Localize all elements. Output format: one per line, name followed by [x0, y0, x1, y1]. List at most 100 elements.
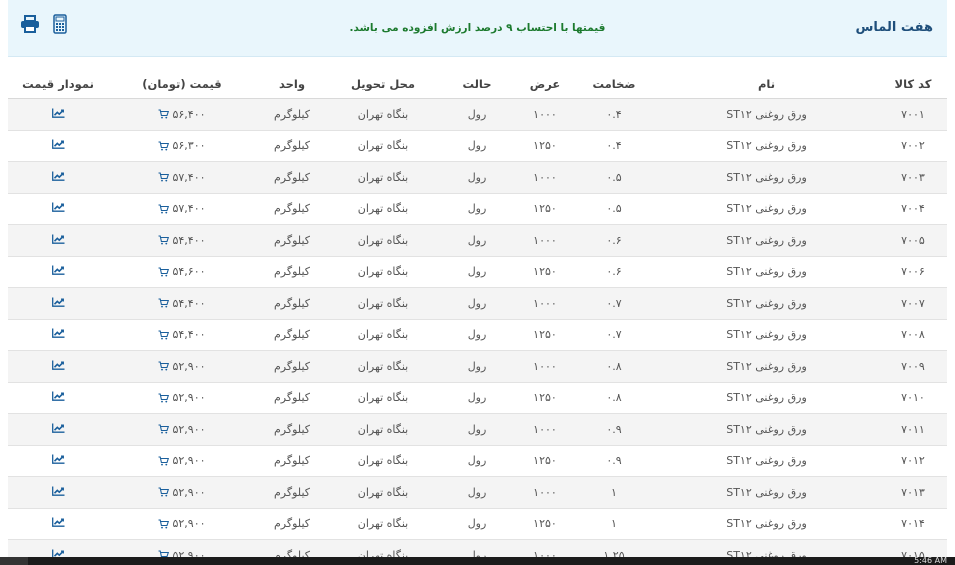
- taskbar-button[interactable]: [0, 557, 28, 565]
- trend-chart-icon[interactable]: [51, 328, 65, 339]
- price-value[interactable]: ۵۲,۹۰۰: [158, 359, 206, 373]
- product-code-cell: ۷۰۱۰: [879, 382, 947, 414]
- price-cell: ۵۴,۴۰۰: [108, 319, 256, 351]
- cart-icon[interactable]: [158, 361, 170, 371]
- cart-icon[interactable]: [158, 141, 170, 151]
- trend-chart-icon[interactable]: [51, 265, 65, 276]
- chart-cell: [8, 382, 108, 414]
- thickness-cell: ۰.۹: [574, 413, 654, 446]
- table-row: ۷۰۰۴ ورق روغنی ST۱۲ ۰.۵ ۱۲۵۰ رول بنگاه تهران ک…: [8, 193, 947, 225]
- table-body: ۷۰۰۱ ورق روغنی ST۱۲ ۰.۴ ۱۰۰۰ رول بنگاه تهران ک…: [8, 98, 947, 565]
- trend-chart-icon[interactable]: [51, 139, 65, 150]
- chart-cell: [8, 193, 108, 225]
- price-text: ۵۶,۴۰۰: [172, 107, 206, 121]
- product-code-cell: ۷۰۱۳: [879, 476, 947, 509]
- width-cell: ۱۲۵۰: [516, 130, 574, 162]
- price-value[interactable]: ۵۷,۴۰۰: [158, 171, 206, 184]
- trend-chart-icon[interactable]: [51, 517, 65, 528]
- cart-icon[interactable]: [158, 330, 170, 340]
- price-value[interactable]: ۵۶,۳۰۰: [158, 139, 206, 152]
- product-name-cell: ورق روغنی ST۱۲: [654, 161, 879, 194]
- chart-cell: [8, 350, 108, 383]
- trend-chart-icon[interactable]: [51, 234, 65, 244]
- width-cell: ۱۲۵۰: [516, 193, 574, 225]
- cart-icon[interactable]: [158, 172, 170, 182]
- delivery-cell: بنگاه تهران: [328, 256, 438, 288]
- thickness-cell: ۰.۵: [574, 193, 654, 225]
- unit-cell: کیلوگرم: [256, 256, 328, 288]
- cart-icon[interactable]: [158, 393, 170, 403]
- cart-icon[interactable]: [158, 298, 170, 308]
- table-row: ۷۰۱۰ ورق روغنی ST۱۲ ۰.۸ ۱۲۵۰ رول بنگاه تهران ک…: [8, 382, 947, 414]
- price-value[interactable]: ۵۴,۴۰۰: [158, 328, 206, 341]
- price-value[interactable]: ۵۴,۴۰۰: [158, 296, 206, 310]
- panel-header: قیمتها با احتساب ۹ درصد ارزش افزوده می ب…: [8, 0, 947, 57]
- delivery-cell: بنگاه تهران: [328, 98, 438, 131]
- delivery-cell: بنگاه تهران: [328, 224, 438, 257]
- price-value[interactable]: ۵۴,۴۰۰: [158, 234, 206, 247]
- price-value[interactable]: ۵۶,۴۰۰: [158, 107, 206, 121]
- cart-icon[interactable]: [158, 204, 170, 214]
- price-table: کد کالا نام ضخامت عرض حالت محل تحویل واحد قیمت …: [8, 70, 947, 565]
- price-text: ۵۴,۴۰۰: [172, 296, 206, 310]
- price-list-panel: قیمتها با احتساب ۹ درصد ارزش افزوده می ب…: [0, 0, 955, 565]
- chart-cell: [8, 287, 108, 320]
- table-row: ۷۰۱۲ ورق روغنی ST۱۲ ۰.۹ ۱۲۵۰ رول بنگاه تهران ک…: [8, 445, 947, 477]
- price-value[interactable]: ۵۷,۴۰۰: [158, 202, 206, 215]
- price-cell: ۵۲,۹۰۰: [108, 445, 256, 477]
- table-row: ۷۰۰۹ ورق روغنی ST۱۲ ۰.۸ ۱۰۰۰ رول بنگاه تهران ک…: [8, 350, 947, 383]
- delivery-cell: بنگاه تهران: [328, 130, 438, 162]
- delivery-cell: بنگاه تهران: [328, 382, 438, 414]
- price-text: ۵۲,۹۰۰: [172, 359, 206, 373]
- price-value[interactable]: ۵۲,۹۰۰: [158, 517, 206, 530]
- price-value[interactable]: ۵۲,۹۰۰: [158, 454, 206, 467]
- state-cell: رول: [438, 350, 516, 383]
- price-cell: ۵۶,۴۰۰: [108, 98, 256, 131]
- price-cell: ۵۴,۶۰۰: [108, 256, 256, 288]
- chart-cell: [8, 508, 108, 540]
- trend-chart-icon[interactable]: [51, 171, 65, 181]
- cart-icon[interactable]: [158, 456, 170, 466]
- price-value[interactable]: ۵۲,۹۰۰: [158, 485, 206, 499]
- trend-chart-icon[interactable]: [51, 297, 65, 307]
- state-cell: رول: [438, 161, 516, 194]
- chart-cell: [8, 445, 108, 477]
- cart-icon[interactable]: [158, 519, 170, 529]
- trend-chart-icon[interactable]: [51, 454, 65, 465]
- product-code-cell: ۷۰۱۱: [879, 413, 947, 446]
- width-cell: ۱۰۰۰: [516, 98, 574, 131]
- width-cell: ۱۰۰۰: [516, 476, 574, 509]
- price-text: ۵۲,۹۰۰: [172, 485, 206, 499]
- cart-icon[interactable]: [158, 235, 170, 245]
- trend-chart-icon[interactable]: [51, 360, 65, 370]
- col-unit-header: واحد: [256, 70, 328, 99]
- trend-chart-icon[interactable]: [51, 486, 65, 496]
- product-name-cell: ورق روغنی ST۱۲: [654, 476, 879, 509]
- product-code-cell: ۷۰۰۸: [879, 319, 947, 351]
- table-row: ۷۰۰۶ ورق روغنی ST۱۲ ۰.۶ ۱۲۵۰ رول بنگاه تهران ک…: [8, 256, 947, 288]
- chart-cell: [8, 130, 108, 162]
- price-value[interactable]: ۵۲,۹۰۰: [158, 391, 206, 404]
- price-cell: ۵۷,۴۰۰: [108, 193, 256, 225]
- price-value[interactable]: ۵۴,۶۰۰: [158, 265, 206, 278]
- trend-chart-icon[interactable]: [51, 423, 65, 433]
- trend-chart-icon[interactable]: [51, 391, 65, 402]
- product-code-cell: ۷۰۰۶: [879, 256, 947, 288]
- cart-icon[interactable]: [158, 424, 170, 434]
- table-row: ۷۰۰۸ ورق روغنی ST۱۲ ۰.۷ ۱۲۵۰ رول بنگاه تهران ک…: [8, 319, 947, 351]
- trend-chart-icon[interactable]: [51, 202, 65, 213]
- unit-cell: کیلوگرم: [256, 224, 328, 257]
- table-row: ۷۰۰۵ ورق روغنی ST۱۲ ۰.۶ ۱۰۰۰ رول بنگاه تهران ک…: [8, 224, 947, 257]
- delivery-cell: بنگاه تهران: [328, 508, 438, 540]
- width-cell: ۱۲۵۰: [516, 508, 574, 540]
- thickness-cell: ۰.۷: [574, 319, 654, 351]
- trend-chart-icon[interactable]: [51, 108, 65, 118]
- cart-icon[interactable]: [158, 109, 170, 119]
- cart-icon[interactable]: [158, 267, 170, 277]
- product-name-cell: ورق روغنی ST۱۲: [654, 256, 879, 288]
- unit-cell: کیلوگرم: [256, 193, 328, 225]
- price-value[interactable]: ۵۲,۹۰۰: [158, 423, 206, 436]
- table-row: ۷۰۱۳ ورق روغنی ST۱۲ ۱ ۱۰۰۰ رول بنگاه تهران کیل…: [8, 476, 947, 509]
- thickness-cell: ۱: [574, 476, 654, 509]
- cart-icon[interactable]: [158, 487, 170, 497]
